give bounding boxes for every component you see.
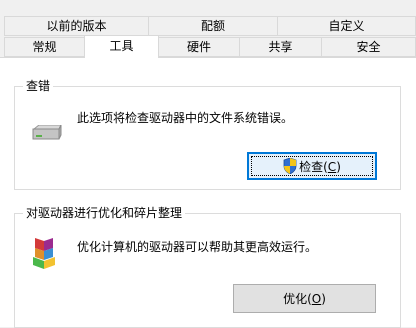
- optimize-description: 优化计算机的驱动器可以帮助其更高效运行。: [77, 240, 318, 254]
- optimize-button-label: 优化(O): [283, 292, 326, 306]
- check-button-label: 检查(C): [299, 159, 341, 174]
- optimize-button[interactable]: 优化(O): [233, 284, 376, 313]
- tab-sharing[interactable]: 共享: [239, 37, 322, 57]
- uac-shield-icon: [283, 157, 297, 175]
- tools-panel: 查错 此选项将检查驱动器中的文件系统错误。 检查(C) 对驱动器进行优化和碎片整…: [0, 57, 416, 328]
- tab-tools[interactable]: 工具: [84, 35, 159, 58]
- error-check-description: 此选项将检查驱动器中的文件系统错误。: [77, 111, 294, 125]
- tab-security[interactable]: 安全: [321, 37, 416, 57]
- error-check-group: 查错 此选项将检查驱动器中的文件系统错误。 检查(C): [14, 79, 401, 190]
- tab-hardware[interactable]: 硬件: [158, 37, 240, 57]
- error-check-title: 查错: [23, 79, 54, 93]
- check-button[interactable]: 检查(C): [247, 152, 377, 180]
- optimize-title: 对驱动器进行优化和碎片整理: [23, 206, 186, 220]
- tab-previous-versions[interactable]: 以前的版本: [4, 16, 149, 36]
- drive-icon: [31, 124, 63, 141]
- optimize-group: 对驱动器进行优化和碎片整理 优化计算机的驱动器可以帮助其更高效运行。 优化(O): [14, 206, 401, 328]
- defrag-icon: [29, 238, 59, 270]
- tab-general[interactable]: 常规: [4, 37, 85, 57]
- tab-customize[interactable]: 自定义: [277, 16, 416, 36]
- tab-quota[interactable]: 配额: [148, 16, 278, 36]
